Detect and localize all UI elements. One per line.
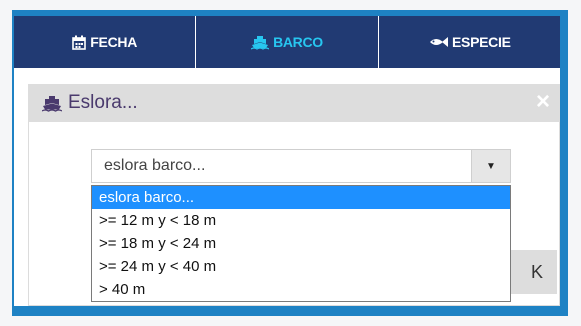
ship-icon [42, 95, 62, 112]
hidden-action-label: K [530, 261, 543, 282]
calendar-icon [72, 35, 87, 50]
eslora-dropdown-list: eslora barco... >= 12 m y < 18 m >= 18 m… [91, 185, 511, 302]
tab-especie[interactable]: ESPECIE [379, 16, 560, 68]
dropdown-option[interactable]: >= 24 m y < 40 m [92, 255, 510, 278]
tab-barco-label: BARCO [273, 34, 323, 50]
section-title: Eslora... [68, 92, 138, 113]
dropdown-option[interactable]: > 40 m [92, 278, 510, 301]
eslora-select[interactable]: eslora barco... ▼ [91, 149, 511, 183]
close-icon[interactable]: × [536, 88, 550, 116]
ship-icon [251, 35, 270, 50]
filter-tabs: FECHA BARCO ESPECIE [14, 16, 560, 68]
dropdown-option[interactable]: >= 18 m y < 24 m [92, 232, 510, 255]
tab-barco[interactable]: BARCO [196, 16, 379, 68]
dropdown-option[interactable]: >= 12 m y < 18 m [92, 209, 510, 232]
chevron-down-icon[interactable]: ▼ [471, 150, 510, 182]
eslora-select-value: eslora barco... [104, 157, 206, 174]
fish-icon [428, 36, 449, 48]
dropdown-option[interactable]: eslora barco... [92, 186, 510, 209]
tab-fecha-label: FECHA [90, 34, 138, 50]
section-header: Eslora... × [28, 84, 560, 122]
tab-fecha[interactable]: FECHA [14, 16, 197, 68]
tab-especie-label: ESPECIE [452, 34, 511, 50]
